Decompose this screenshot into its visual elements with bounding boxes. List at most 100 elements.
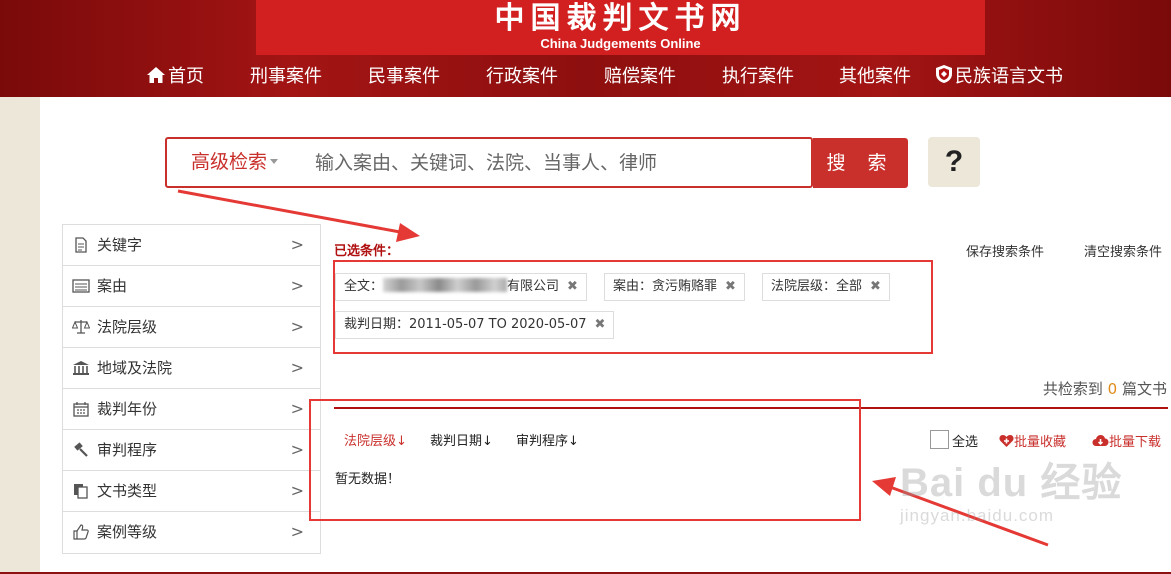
annotation-box-results [309,399,861,521]
sidebar-item-label: 地域及法院 [97,359,173,377]
shield-icon [936,65,952,83]
arrow-down-icon: ↓ [482,434,493,449]
chevron-right-icon: > [290,317,304,336]
batch-download-label: 批量下载 [1109,435,1162,450]
baidu-watermark: Bai du 经验 jingyan.baidu.com [900,450,1122,526]
nav-ethnic-label: 民族语言文书 [955,66,1063,87]
sort-court-level[interactable]: 法院层级↓ [344,430,407,449]
nav-enforcement[interactable]: 执行案件 [722,64,794,90]
tag-suffix: 有限公司 [507,279,560,294]
nav-compensation[interactable]: 赔偿案件 [604,64,676,90]
search-bar: 高级检索 [165,137,813,188]
sidebar-item-label: 关键字 [97,236,143,254]
nav-civil[interactable]: 民事案件 [368,64,440,90]
empty-message: 暂无数据！ [335,472,401,487]
sidebar-item-label: 审判程序 [97,441,158,459]
site-subtitle: China Judgements Online [540,36,701,51]
copy-icon [74,484,88,499]
sort-label: 法院层级 [344,434,397,449]
watermark-brand: Bai du 经验 [900,461,1123,505]
heart-plus-icon [999,435,1014,447]
sort-procedure[interactable]: 审判程序↓ [516,430,579,449]
close-icon[interactable]: ✖ [870,274,881,300]
list-icon [72,279,90,293]
result-count-suffix: 篇文书 [1121,380,1167,398]
select-all-label: 全选 [952,435,979,450]
help-button[interactable]: ? [928,137,980,187]
clear-search-button[interactable]: 清空搜索条件 [1084,241,1162,260]
page-side-strip [0,97,40,574]
gavel-icon [74,442,88,457]
chevron-right-icon: > [290,399,304,418]
tag-text: 裁判日期：2011-05-07 TO 2020-05-07 [344,317,587,332]
select-all-checkbox[interactable] [930,430,949,449]
chevron-right-icon: > [290,481,304,500]
sidebar-item-keyword[interactable]: 关键字 > [63,225,320,266]
site-logo[interactable]: 中国裁判文书网 China Judgements Online [256,0,985,55]
sidebar-item-cause[interactable]: 案由 > [63,266,320,307]
condition-tag-fulltext: 全文： 有限公司 ✖ [335,273,587,301]
caret-down-icon [270,159,279,164]
condition-tag-court-level: 法院层级：全部 ✖ [762,273,890,301]
search-input[interactable] [315,145,785,180]
save-search-button[interactable]: 保存搜索条件 [966,241,1044,260]
sort-judgment-date[interactable]: 裁判日期↓ [430,430,493,449]
scale-icon [72,320,90,334]
document-icon [75,237,87,253]
tag-text: 法院层级：全部 [771,279,863,294]
court-building-icon [73,361,89,375]
condition-tag-date: 裁判日期：2011-05-07 TO 2020-05-07 ✖ [335,311,615,339]
cloud-download-icon [1092,435,1109,446]
result-count: 共检索到 0 篇文书 [1043,378,1167,399]
sidebar-item-label: 法院层级 [97,318,158,336]
nav-criminal[interactable]: 刑事案件 [250,64,322,90]
sidebar-item-label: 裁判年份 [97,400,158,418]
nav-ethnic-language[interactable]: 民族语言文书 [935,64,1063,90]
watermark-url: jingyan.baidu.com [900,506,1055,525]
chevron-right-icon: > [290,358,304,377]
chevron-right-icon: > [290,276,304,295]
result-count-number: 0 [1107,380,1118,398]
batch-download-button[interactable]: 批量下载 [1092,431,1161,450]
sidebar-item-year[interactable]: 裁判年份 > [63,389,320,430]
tag-text: 案由：贪污贿赂罪 [613,279,718,294]
close-icon[interactable]: ✖ [595,312,606,338]
sidebar-item-label: 文书类型 [97,482,158,500]
sidebar-item-label: 案例等级 [97,523,158,541]
advanced-search-dropdown[interactable]: 高级检索 [191,139,279,186]
advanced-search-label: 高级检索 [191,151,268,173]
close-icon[interactable]: ✖ [567,274,578,300]
chevron-right-icon: > [290,235,304,254]
sidebar-item-doc-type[interactable]: 文书类型 > [63,471,320,512]
close-icon[interactable]: ✖ [725,274,736,300]
main-nav: 首页 刑事案件 民事案件 行政案件 赔偿案件 执行案件 其他案件 民族语言文书 [0,64,1171,90]
nav-other[interactable]: 其他案件 [839,64,911,90]
sidebar-item-procedure[interactable]: 审判程序 > [63,430,320,471]
arrow-down-icon: ↓ [568,434,579,449]
calendar-icon [73,402,89,417]
result-count-prefix: 共检索到 [1042,380,1103,398]
search-button[interactable]: 搜 索 [813,138,908,188]
condition-tag-cause: 案由：贪污贿赂罪 ✖ [604,273,745,301]
chevron-right-icon: > [290,440,304,459]
chevron-right-icon: > [290,522,304,541]
sort-label: 裁判日期 [430,434,483,449]
sidebar-item-label: 案由 [97,277,128,295]
nav-administrative[interactable]: 行政案件 [486,64,558,90]
site-header: 中国裁判文书网 China Judgements Online 首页 刑事案件 … [0,0,1171,97]
sidebar-item-court-level[interactable]: 法院层级 > [63,307,320,348]
redacted-text [383,278,508,292]
batch-collect-label: 批量收藏 [1014,435,1067,450]
thumbs-up-icon [73,524,89,540]
sort-label: 审判程序 [516,434,569,449]
batch-collect-button[interactable]: 批量收藏 [999,431,1066,450]
sidebar-item-region-court[interactable]: 地域及法院 > [63,348,320,389]
site-title: 中国裁判文书网 [494,1,747,36]
sidebar-item-case-grade[interactable]: 案例等级 > [63,512,320,553]
nav-home[interactable]: 首页 [146,64,204,90]
arrow-down-icon: ↓ [396,434,407,449]
nav-home-label: 首页 [168,66,204,87]
selected-conditions-title: 已选条件： [334,244,400,259]
tag-prefix: 全文： [344,279,384,294]
home-icon [147,67,165,83]
